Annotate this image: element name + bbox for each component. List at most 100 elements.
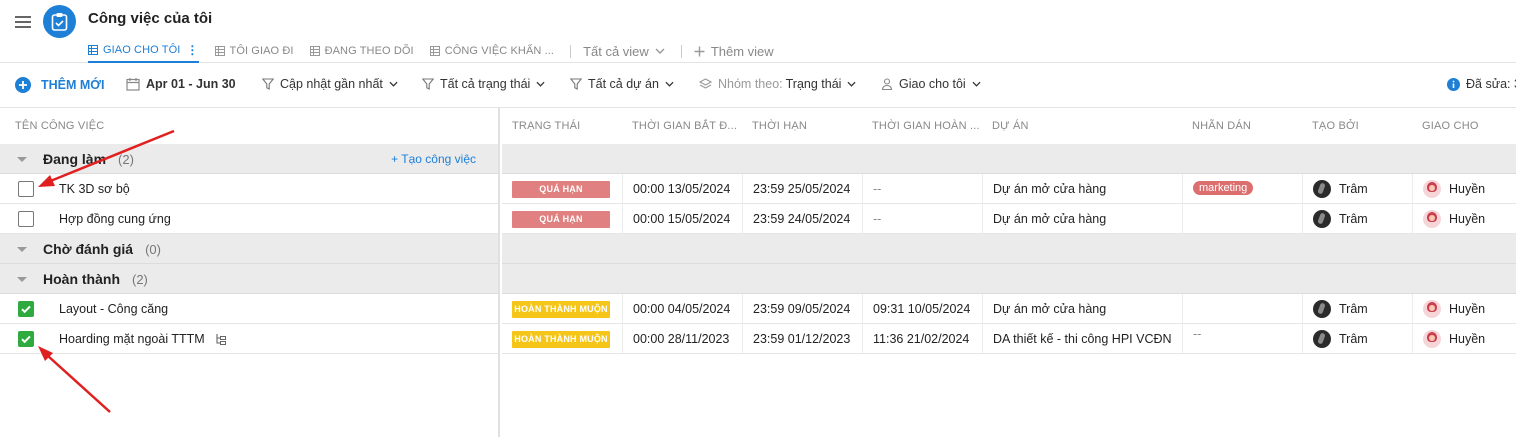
project[interactable]: Dự án mở cửa hàng xyxy=(982,174,1106,204)
column-header-created-by[interactable]: TẠO BỞI xyxy=(1312,120,1359,132)
task-row[interactable]: Layout - Công căng xyxy=(0,294,498,324)
assignee-name: Huyền xyxy=(1449,182,1486,196)
task-name[interactable]: Layout - Công căng xyxy=(59,302,168,316)
label-cell[interactable] xyxy=(1182,204,1193,234)
assignee-filter-dropdown[interactable]: Giao cho tôi xyxy=(881,77,987,91)
project[interactable]: Dự án mở cửa hàng xyxy=(982,204,1106,234)
group-row-fill xyxy=(502,264,1516,294)
avatar xyxy=(1423,300,1441,318)
start-time[interactable]: 00:00 15/05/2024 xyxy=(622,204,730,234)
created-by[interactable]: Trâm xyxy=(1302,294,1368,324)
group-header[interactable]: Hoàn thành (2) xyxy=(0,264,498,294)
start-time[interactable]: 00:00 28/11/2023 xyxy=(622,324,729,354)
status-badge[interactable]: QUÁ HẠN xyxy=(512,180,610,198)
tab-i-assigned[interactable]: TÔI GIAO ĐI xyxy=(214,40,294,62)
task-row[interactable]: Hợp đồng cung ứng xyxy=(0,204,498,234)
group-header[interactable]: Đang làm (2) + Tạo công việc xyxy=(0,144,498,174)
column-header-project[interactable]: DỰ ÁN xyxy=(992,120,1029,132)
start-time[interactable]: 00:00 13/05/2024 xyxy=(622,174,730,204)
task-name-panel: TÊN CÔNG VIỆC Đang làm (2) + Tạo công việ… xyxy=(0,108,500,437)
task-row[interactable]: Hoarding mặt ngoài TTTM xyxy=(0,324,498,354)
add-view-button[interactable]: Thêm view xyxy=(694,44,774,59)
column-header-start[interactable]: THỜI GIAN BẮT Đ... xyxy=(632,120,737,132)
column-header-deadline[interactable]: THỜI HẠN xyxy=(752,120,807,132)
toolbar: THÊM MỚI Apr 01 - Jun 30 Cập nhật gần nh… xyxy=(0,63,1516,108)
column-header-label[interactable]: NHÃN DÁN xyxy=(1192,120,1251,132)
column-header-finished[interactable]: THỜI GIAN HOÀN ... xyxy=(872,120,980,132)
check-icon xyxy=(21,335,31,344)
assignee-name: Huyền xyxy=(1449,212,1486,226)
table-row[interactable]: HOÀN THÀNH MUỘN 00:00 28/11/2023 23:59 0… xyxy=(502,324,1516,354)
status-badge[interactable]: QUÁ HẠN xyxy=(512,210,610,228)
add-new-button[interactable]: THÊM MỚI xyxy=(15,77,104,93)
created-by[interactable]: Trâm xyxy=(1302,174,1368,204)
created-by[interactable]: Trâm xyxy=(1302,204,1368,234)
all-views-dropdown[interactable]: Tất cả view xyxy=(583,44,665,59)
table-row[interactable]: QUÁ HẠN 00:00 15/05/2024 23:59 24/05/202… xyxy=(502,204,1516,234)
task-data-grid: TRẠNG THÁI THỜI GIAN BẮT Đ... THỜI HẠN T… xyxy=(502,108,1516,437)
chevron-down-icon xyxy=(665,81,674,87)
caret-down-icon[interactable] xyxy=(17,157,27,162)
column-header-status[interactable]: TRẠNG THÁI xyxy=(512,120,580,132)
assignee[interactable]: Huyền xyxy=(1412,204,1485,234)
tab-following[interactable]: ĐANG THEO DÕI xyxy=(309,40,414,62)
created-by[interactable]: Trâm xyxy=(1302,324,1368,354)
task-name[interactable]: Hợp đồng cung ứng xyxy=(59,212,171,226)
task-checkbox[interactable] xyxy=(18,181,34,197)
chevron-down-icon xyxy=(536,81,545,87)
label-tag[interactable]: marketing xyxy=(1193,181,1254,195)
caret-down-icon[interactable] xyxy=(17,247,27,252)
task-checkbox-checked[interactable] xyxy=(18,331,34,347)
created-by-name: Trâm xyxy=(1339,302,1368,316)
edited-indicator[interactable]: Đã sửa: 3 xyxy=(1447,77,1516,91)
task-row[interactable]: TK 3D sơ bộ xyxy=(0,174,498,204)
date-range-picker[interactable]: Apr 01 - Jun 30 xyxy=(126,77,236,91)
table-row[interactable]: HOÀN THÀNH MUỘN 00:00 04/05/2024 23:59 0… xyxy=(502,294,1516,324)
project-filter-dropdown[interactable]: Tất cả dự án xyxy=(570,77,680,91)
table-row[interactable]: QUÁ HẠN 00:00 13/05/2024 23:59 25/05/202… xyxy=(502,174,1516,204)
label-cell[interactable] xyxy=(1182,294,1193,324)
task-checkbox[interactable] xyxy=(18,211,34,227)
group-row-fill xyxy=(502,234,1516,264)
divider xyxy=(570,44,572,58)
group-header[interactable]: Chờ đánh giá (0) xyxy=(0,234,498,264)
task-checkbox-checked[interactable] xyxy=(18,301,34,317)
label-cell[interactable]: -- xyxy=(1182,324,1201,354)
more-vertical-icon[interactable]: ⋮ xyxy=(186,43,198,57)
assignee[interactable]: Huyền xyxy=(1412,324,1485,354)
subtask-icon[interactable] xyxy=(215,333,227,345)
project[interactable]: Dự án mở cửa hàng xyxy=(982,294,1106,324)
table-icon xyxy=(214,46,225,56)
tab-urgent[interactable]: CÔNG VIỆC KHẨN ... xyxy=(429,40,554,62)
menu-icon[interactable] xyxy=(15,16,31,28)
group-count: (2) xyxy=(132,271,148,287)
status-badge[interactable]: HOÀN THÀNH MUỘN xyxy=(512,300,610,318)
status-badge[interactable]: HOÀN THÀNH MUỘN xyxy=(512,330,610,348)
assignee[interactable]: Huyền xyxy=(1412,294,1485,324)
sort-dropdown[interactable]: Cập nhật gần nhất xyxy=(262,77,404,91)
group-by-label: Nhóm theo: xyxy=(718,77,783,91)
group-by-dropdown[interactable]: Nhóm theo: Trạng thái xyxy=(699,77,862,91)
start-time[interactable]: 00:00 04/05/2024 xyxy=(622,294,730,324)
task-name[interactable]: TK 3D sơ bộ xyxy=(59,182,130,196)
tab-label: TÔI GIAO ĐI xyxy=(229,45,294,57)
assignee[interactable]: Huyền xyxy=(1412,174,1485,204)
task-name-cell[interactable]: Hoarding mặt ngoài TTTM xyxy=(59,332,227,346)
finished-time[interactable]: 11:36 21/02/2024 xyxy=(862,324,969,354)
group-title: Hoàn thành (2) xyxy=(43,271,148,287)
avatar xyxy=(1313,210,1331,228)
finished-time[interactable]: 09:31 10/05/2024 xyxy=(862,294,970,324)
add-task-button[interactable]: + Tạo công việc xyxy=(391,152,476,166)
status-filter-dropdown[interactable]: Tất cả trạng thái xyxy=(422,77,551,91)
project[interactable]: DA thiết kế - thi công HPI VCĐN xyxy=(982,324,1172,354)
caret-down-icon[interactable] xyxy=(17,277,27,282)
deadline[interactable]: 23:59 24/05/2024 xyxy=(742,204,850,234)
finished-time[interactable]: -- xyxy=(862,174,881,204)
deadline[interactable]: 23:59 01/12/2023 xyxy=(742,324,850,354)
tab-assigned-to-me[interactable]: GIAO CHO TÔI ⋮ xyxy=(88,40,199,63)
deadline[interactable]: 23:59 09/05/2024 xyxy=(742,294,850,324)
column-header-assignee[interactable]: GIAO CHO xyxy=(1422,120,1479,132)
finished-time[interactable]: -- xyxy=(862,204,881,234)
assignee-filter-label: Giao cho tôi xyxy=(899,77,966,91)
deadline[interactable]: 23:59 25/05/2024 xyxy=(742,174,850,204)
